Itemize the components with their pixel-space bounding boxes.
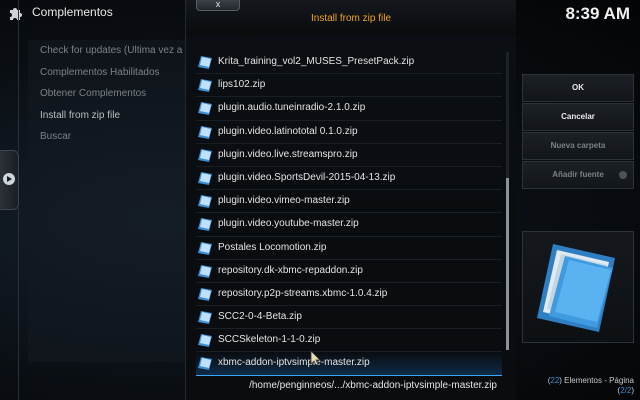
cancel-button[interactable]: Cancelar <box>522 103 634 131</box>
file-preview-thumbnail <box>522 231 634 343</box>
close-button[interactable]: x <box>196 0 240 11</box>
file-item[interactable]: SCC2-0-4-Beta.zip <box>196 306 502 330</box>
file-item[interactable]: plugin.video.youtube-master.zip <box>196 213 502 237</box>
chevron-right-icon <box>3 173 15 185</box>
selected-path: /home/penginneos/.../xbmc-addon-iptvsimp… <box>249 380 497 391</box>
item-count: 22 <box>550 376 560 385</box>
file-item[interactable]: plugin.video.SportsDevil-2015-04-13.zip <box>196 167 502 191</box>
app-title: Complementos <box>32 5 113 19</box>
zip-file-icon <box>198 218 212 232</box>
menu-item-check-updates[interactable]: Check for updates (Ultima vez a <box>28 40 194 62</box>
file-item[interactable]: Krita_training_vol2_MUSES_PresetPack.zip <box>196 51 502 75</box>
side-menu-toggle[interactable] <box>0 150 19 210</box>
file-item[interactable]: plugin.video.vimeo-master.zip <box>196 190 502 214</box>
menu-item-install-zip[interactable]: Install from zip file <box>28 105 194 127</box>
file-browser-panel: x Install from zip file Krita_training_v… <box>185 0 516 400</box>
dialog-title: Install from zip file <box>310 13 392 24</box>
zip-file-icon <box>198 125 212 139</box>
menu-item-search[interactable]: Buscar <box>28 126 194 148</box>
items-label: Elementos - Página <box>564 376 634 385</box>
zip-file-large-icon <box>537 244 615 332</box>
zip-file-icon <box>198 56 212 69</box>
file-item[interactable]: plugin.audio.tuneinradio-2.1.0.zip <box>196 97 502 121</box>
file-item[interactable]: repository.dk-xbmc-repaddon.zip <box>196 260 502 283</box>
zip-file-icon <box>198 195 212 209</box>
new-folder-button[interactable]: Nueva carpeta <box>522 132 634 160</box>
install-zip-dialog: x Install from zip file Krita_training_v… <box>185 0 640 400</box>
divider <box>18 0 19 152</box>
add-source-label: Añadir fuente <box>552 170 604 179</box>
zip-file-icon <box>198 357 212 371</box>
ok-button[interactable]: OK <box>522 74 634 102</box>
toggle-radio-icon <box>619 171 627 179</box>
scrollbar[interactable] <box>506 52 509 350</box>
zip-file-icon <box>198 148 212 162</box>
file-item[interactable]: lips102.zip <box>196 74 502 98</box>
file-item[interactable]: SCCSkeleton-1-1-0.zip <box>196 329 502 353</box>
page-info: (22) Elementos - Página (2/2) <box>547 376 634 395</box>
zip-file-icon <box>198 334 212 348</box>
menu-item-get-addons[interactable]: Obtener Complementos <box>28 83 194 105</box>
zip-file-icon <box>198 79 212 93</box>
divider <box>18 208 19 400</box>
zip-file-icon <box>198 311 212 325</box>
zip-file-icon <box>198 171 212 185</box>
app-header: Complementos <box>0 0 190 26</box>
file-item[interactable]: Postales Locomotion.zip <box>196 237 502 260</box>
dialog-button-panel: OK Cancelar Nueva carpeta Añadir fuente <box>518 66 640 400</box>
file-item[interactable]: repository.p2p-streams.xbmc-1.0.4.zip <box>196 283 502 307</box>
dialog-header: x Install from zip file <box>186 0 516 36</box>
file-list: Krita_training_vol2_MUSES_PresetPack.zip… <box>196 51 502 376</box>
file-item[interactable]: plugin.video.latinototal 0.1.0.zip <box>196 121 502 144</box>
scrollbar-thumb[interactable] <box>506 178 509 350</box>
mouse-cursor-icon <box>310 350 321 366</box>
file-item-selected[interactable]: xbmc-addon-iptvsimple-master.zip <box>196 352 502 376</box>
puzzle-icon <box>10 8 22 20</box>
zip-file-icon <box>198 264 212 278</box>
page-number: 2/2 <box>620 386 632 395</box>
left-menu: Check for updates (Ultima vez a Compleme… <box>28 40 194 362</box>
add-source-button[interactable]: Añadir fuente <box>522 161 634 189</box>
zip-file-icon <box>198 287 212 301</box>
zip-file-icon <box>198 102 212 116</box>
file-item[interactable]: plugin.video.live.streamspro.zip <box>196 144 502 167</box>
menu-item-enabled-addons[interactable]: Complementos Habilitados <box>28 62 194 84</box>
zip-file-icon <box>198 241 212 255</box>
